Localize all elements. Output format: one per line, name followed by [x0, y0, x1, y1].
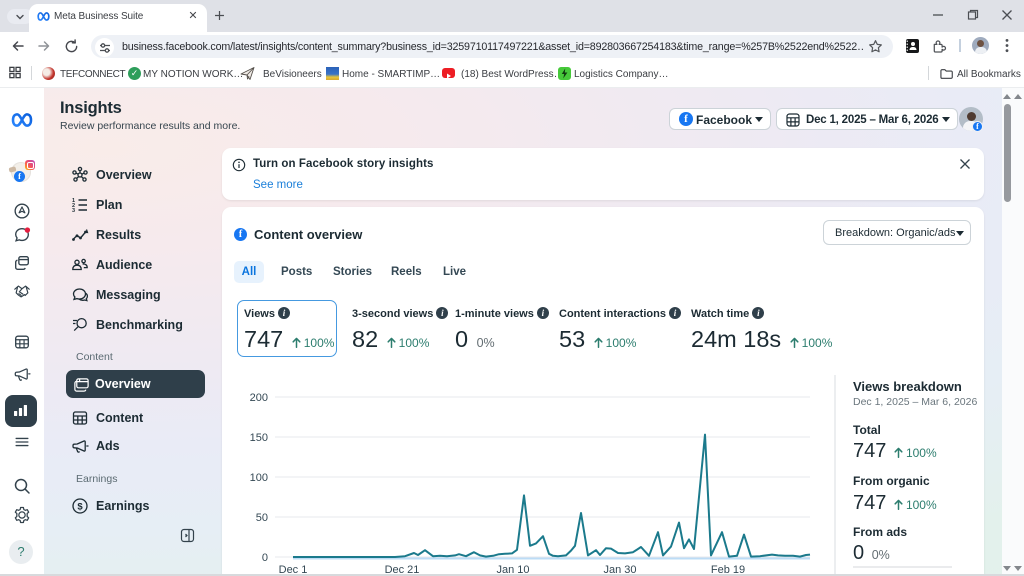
- svg-text:150: 150: [250, 432, 268, 444]
- svg-text:200: 200: [250, 392, 268, 404]
- svg-text:3: 3: [72, 208, 75, 214]
- svg-text:$: $: [77, 501, 83, 512]
- svg-text:50: 50: [256, 512, 268, 524]
- svg-text:100: 100: [250, 472, 268, 484]
- svg-text:0: 0: [262, 552, 268, 564]
